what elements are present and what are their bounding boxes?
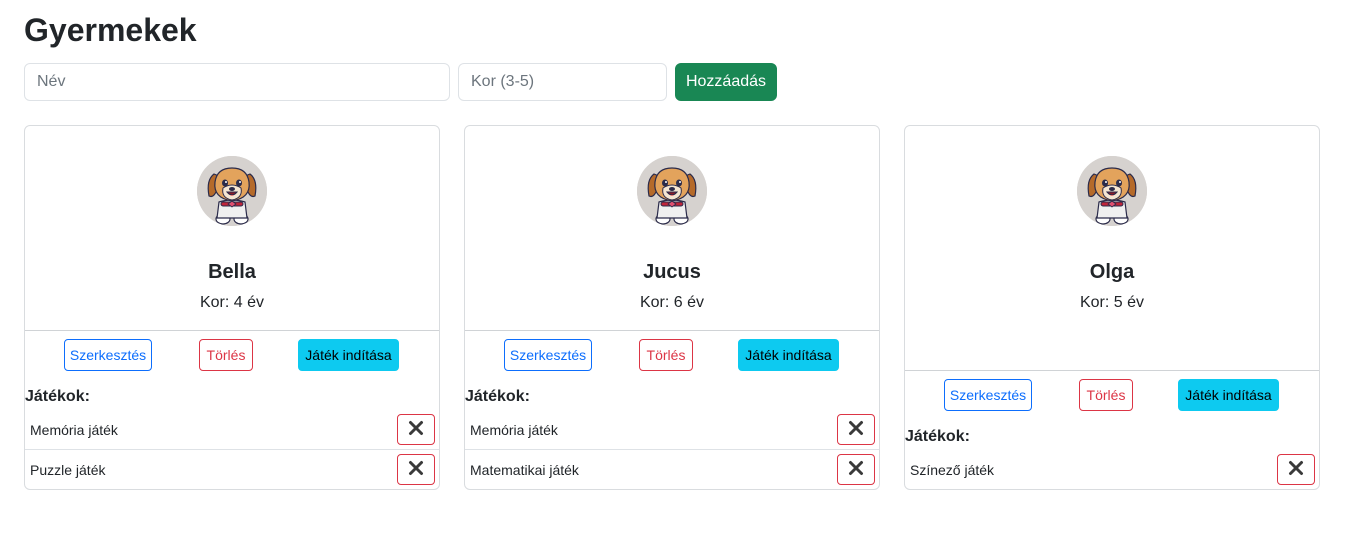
divider xyxy=(905,370,1319,371)
start-game-button[interactable]: Játék indítása xyxy=(298,339,399,371)
remove-game-button[interactable] xyxy=(1277,454,1315,485)
start-game-button[interactable]: Játék indítása xyxy=(738,339,839,371)
delete-button[interactable]: Törlés xyxy=(1079,379,1133,411)
child-card: Bella Kor: 4 év Szerkesztés Törlés Játék… xyxy=(24,125,440,490)
card-actions: Szerkesztés Törlés Játék indítása xyxy=(465,339,879,371)
game-row: Memória játék xyxy=(25,410,439,450)
games-heading: Játékok: xyxy=(905,428,970,445)
divider xyxy=(465,330,879,331)
game-name: Memória játék xyxy=(30,422,118,438)
remove-game-button[interactable] xyxy=(397,454,435,485)
dog-avatar-icon xyxy=(1077,156,1147,226)
child-name: Bella xyxy=(208,261,256,283)
game-row: Matematikai játék xyxy=(465,450,879,489)
edit-button[interactable]: Szerkesztés xyxy=(944,379,1032,411)
close-x-icon xyxy=(1288,460,1304,479)
child-age: Kor: 6 év xyxy=(639,294,705,311)
edit-button[interactable]: Szerkesztés xyxy=(64,339,152,371)
game-name: Matematikai játék xyxy=(470,462,579,478)
child-age: Kor: 5 év xyxy=(1079,294,1145,311)
remove-game-button[interactable] xyxy=(397,414,435,445)
card-actions: Szerkesztés Törlés Játék indítása xyxy=(905,379,1319,411)
child-card: Jucus Kor: 6 év Szerkesztés Törlés Játék… xyxy=(464,125,880,490)
game-name: Puzzle játék xyxy=(30,462,106,478)
game-name: Színező játék xyxy=(910,462,995,478)
game-row: Színező játék xyxy=(905,450,1319,489)
close-x-icon xyxy=(408,420,424,439)
dog-avatar-icon xyxy=(197,156,267,226)
page-title: Gyermekek xyxy=(24,12,197,48)
divider xyxy=(25,330,439,331)
game-row: Puzzle játék xyxy=(25,450,439,489)
delete-button[interactable]: Törlés xyxy=(199,339,253,371)
games-heading: Játékok: xyxy=(465,388,530,405)
start-game-button[interactable]: Játék indítása xyxy=(1178,379,1279,411)
delete-button[interactable]: Törlés xyxy=(639,339,693,371)
games-heading: Játékok: xyxy=(25,388,90,405)
game-name: Memória játék xyxy=(470,422,558,438)
age-input[interactable] xyxy=(458,63,667,101)
name-input[interactable] xyxy=(24,63,450,101)
dog-avatar-icon xyxy=(637,156,707,226)
close-x-icon xyxy=(408,460,424,479)
child-name: Jucus xyxy=(643,261,701,283)
remove-game-button[interactable] xyxy=(837,414,875,445)
child-age: Kor: 4 év xyxy=(199,294,265,311)
add-button[interactable]: Hozzáadás xyxy=(675,63,777,101)
close-x-icon xyxy=(848,460,864,479)
game-row: Memória játék xyxy=(465,410,879,450)
close-x-icon xyxy=(848,420,864,439)
card-actions: Szerkesztés Törlés Játék indítása xyxy=(25,339,439,371)
remove-game-button[interactable] xyxy=(837,454,875,485)
child-card: Olga Kor: 5 év Szerkesztés Törlés Játék … xyxy=(904,125,1320,490)
edit-button[interactable]: Szerkesztés xyxy=(504,339,592,371)
child-name: Olga xyxy=(1089,261,1135,283)
